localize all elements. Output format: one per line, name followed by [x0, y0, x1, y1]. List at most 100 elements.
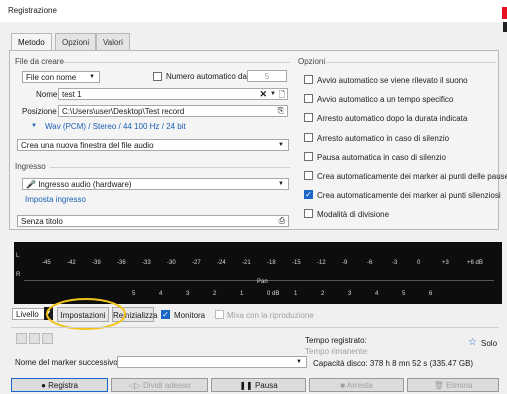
option-checkbox-5[interactable]	[304, 171, 313, 180]
input-source-value: Ingresso audio (hardware)	[38, 180, 132, 189]
monitor-label: Monitora	[174, 311, 206, 320]
marker-name-label: Nome del marker successivo	[15, 358, 118, 367]
file-mode-dropdown[interactable]: File con nome ▼	[22, 71, 100, 83]
auto-number-value: 5	[264, 72, 270, 81]
chevron-down-icon: ▼	[296, 359, 302, 365]
stop-label: Arresta	[346, 381, 373, 390]
option-label-3: Arresto automatico in caso di silenzio	[317, 134, 450, 143]
marker-name-dropdown[interactable]: ▼	[117, 356, 307, 368]
tab-opzioni[interactable]: Opzioni	[55, 33, 97, 51]
delete-label: Elimina	[446, 381, 473, 390]
pan-tick-label: 4	[159, 291, 163, 297]
option-label-6: Crea automaticamente dei marker ai punti…	[317, 191, 501, 200]
marker-add-icon[interactable]	[29, 333, 40, 344]
option-label-2: Arresto automatico dopo la durata indica…	[317, 114, 468, 123]
record-label: Registra	[48, 381, 78, 390]
db-tick-label: -21	[242, 260, 251, 266]
time-remaining-label: Tempo rimanente:	[305, 347, 370, 356]
position-input[interactable]: C:\Users\user\Desktop\Test record ⎘	[58, 105, 288, 117]
options-section-legend: Opzioni	[298, 57, 326, 66]
pan-tick-label: 3	[186, 291, 190, 297]
chevron-down-icon: ▼	[278, 181, 284, 187]
db-tick-label: -42	[67, 260, 76, 266]
pan-label: Pan	[257, 279, 268, 285]
star-icon[interactable]: ☆	[468, 337, 477, 348]
window-mode-value: Crea una nuova finestra del file audio	[21, 141, 154, 150]
pan-tick-label: 6	[429, 291, 433, 297]
pan-tick-label: 1	[294, 291, 298, 297]
folder-icon[interactable]: ⎘	[278, 106, 284, 116]
option-checkbox-2[interactable]	[304, 113, 313, 122]
option-checkbox-4[interactable]	[304, 152, 313, 161]
pause-button[interactable]: ❚❚ Pausa	[211, 378, 306, 392]
auto-number-checkbox[interactable]	[153, 72, 162, 81]
position-label: Posizione	[22, 107, 57, 116]
auto-number-stepper[interactable]: 5	[247, 70, 287, 82]
name-input[interactable]: test 1 ✕ ▼ 🗋	[58, 88, 288, 100]
chevron-down-icon: ▼	[278, 142, 284, 148]
channel-left-label: L	[16, 253, 20, 259]
pan-tick-label: 5	[132, 291, 136, 297]
stop-icon: ■	[340, 381, 346, 390]
db-tick-label: -27	[192, 260, 201, 266]
split-button[interactable]: ◁▷ Dividi adesso	[111, 378, 208, 392]
option-label-7: Modalità di divisione	[317, 210, 390, 219]
db-tick-label: -24	[217, 260, 226, 266]
format-link[interactable]: Wav (PCM) / Stereo / 44 100 Hz / 24 bit	[45, 122, 186, 131]
pan-tick-label: 2	[321, 291, 325, 297]
option-checkbox-7[interactable]	[304, 209, 313, 218]
option-checkbox-0[interactable]	[304, 75, 313, 84]
input-source-dropdown[interactable]: 🎤 Ingresso audio (hardware) ▼	[22, 178, 289, 190]
file-mode-value: File con nome	[26, 73, 77, 82]
input-section-legend: Ingresso	[15, 162, 46, 171]
tab-valori[interactable]: Valori	[96, 33, 130, 51]
delete-button[interactable]: 🗑 Elimina	[407, 378, 499, 392]
title-input[interactable]: Senza titolo ⎙	[17, 215, 289, 227]
option-label-0: Avvio automatico se viene rilevato il su…	[317, 76, 468, 85]
disk-capacity: Capacità disco: 378 h 8 mn 52 s (335.47 …	[313, 359, 474, 368]
db-tick-label: -33	[142, 260, 151, 266]
db-tick-label: -9	[342, 260, 348, 266]
db-tick-label: -45	[42, 260, 51, 266]
divider	[326, 62, 496, 63]
auto-number-label: Numero automatico da	[166, 72, 247, 81]
db-tick-label: -39	[92, 260, 101, 266]
db-tick-label: +3	[442, 260, 449, 266]
pan-tick-label: 0 dB	[267, 291, 280, 297]
stop-button[interactable]: ■ Arresta	[309, 378, 404, 392]
db-tick-label: -6	[367, 260, 373, 266]
option-checkbox-6[interactable]: ✓	[304, 190, 313, 199]
channel-right-label: R	[16, 272, 21, 278]
db-tick-label: -30	[167, 260, 176, 266]
input-setup-link[interactable]: Imposta ingresso	[25, 195, 86, 204]
record-icon: ●	[41, 381, 46, 390]
option-label-5: Crea automaticamente dei marker ai punti…	[317, 172, 507, 181]
marker-next-icon[interactable]	[42, 333, 53, 344]
edit-icon[interactable]: ⎙	[279, 216, 285, 226]
mix-checkbox[interactable]	[215, 310, 224, 319]
title-bar: Registrazione	[0, 0, 507, 22]
db-tick-label: 0	[417, 260, 421, 266]
time-recorded-label: Tempo registrato:	[305, 336, 367, 345]
solo-label: Solo	[481, 339, 498, 348]
option-checkbox-3[interactable]	[304, 133, 313, 142]
option-checkbox-1[interactable]	[304, 94, 313, 103]
name-label: Nome	[36, 90, 58, 99]
clear-icon[interactable]: ✕	[259, 89, 267, 99]
option-label-4: Pausa automatica in caso di silenzio	[317, 153, 446, 162]
window-mode-dropdown[interactable]: Crea una nuova finestra del file audio ▼	[17, 139, 289, 151]
monitor-checkbox[interactable]: ✓	[161, 310, 170, 319]
record-button[interactable]: ● Registra	[11, 378, 108, 392]
db-tick-label: -15	[292, 260, 301, 266]
pan-tick-label: 5	[402, 291, 406, 297]
file-icon[interactable]: 🗋	[279, 89, 285, 99]
pan-tick-label: 1	[240, 291, 244, 297]
chevron-down-icon: ▼	[89, 74, 95, 80]
marker-prev-icon[interactable]	[16, 333, 27, 344]
expand-icon[interactable]: ▼	[31, 123, 37, 129]
chevron-down-icon[interactable]: ▼	[270, 91, 276, 97]
window-title: Registrazione	[8, 6, 57, 15]
db-tick-label: -3	[392, 260, 398, 266]
close-button[interactable]	[502, 7, 507, 19]
option-label-1: Avvio automatico a un tempo specifico	[317, 95, 454, 104]
